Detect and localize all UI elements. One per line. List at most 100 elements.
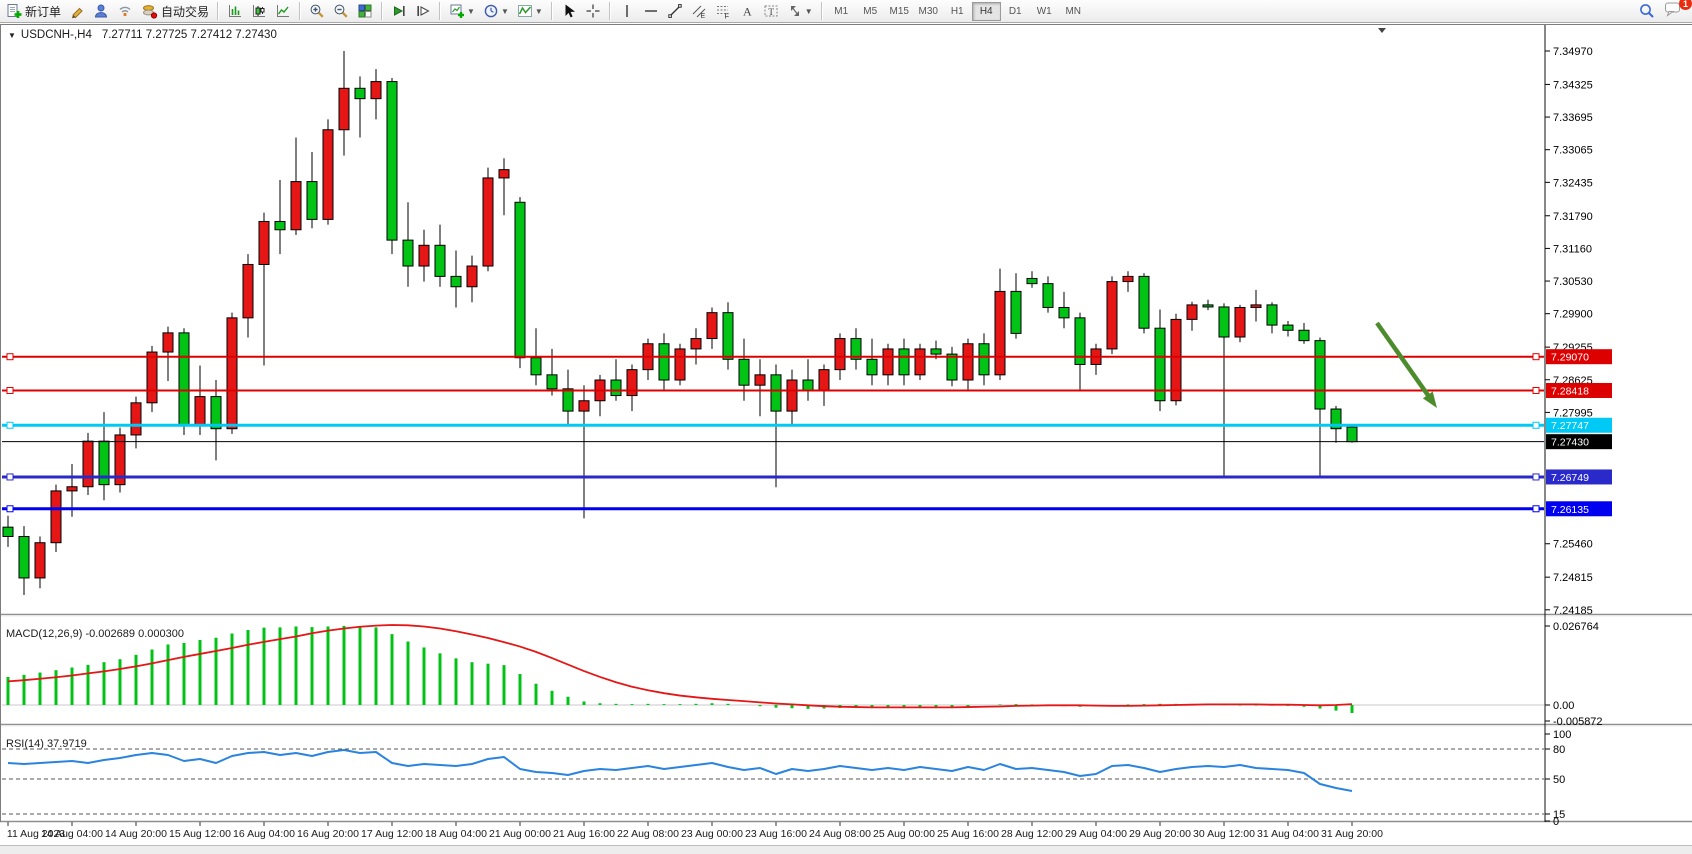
- text-label-tool-button[interactable]: T: [760, 1, 782, 21]
- candle-down: [275, 221, 285, 229]
- candle-down: [307, 182, 317, 220]
- zoom-out-button[interactable]: [330, 1, 352, 21]
- toolbar-separator: [821, 2, 823, 20]
- price-tick-label: 7.25460: [1553, 539, 1593, 551]
- line-anchor-handle[interactable]: [1533, 474, 1539, 480]
- time-axis-label: 24 Aug 08:00: [809, 828, 871, 840]
- candle-up: [883, 349, 893, 375]
- candle-up: [131, 403, 141, 435]
- candle-up: [227, 318, 237, 429]
- chart-symbol-header[interactable]: ▼ USDCNH-,H4 7.27711 7.27725 7.27412 7.2…: [8, 29, 277, 41]
- toolbar-separator: [609, 2, 611, 20]
- candle-down: [451, 276, 461, 286]
- price-tag-label: 7.28418: [1551, 385, 1589, 397]
- trendline-tool-button[interactable]: [664, 1, 686, 21]
- candle-up: [483, 178, 493, 266]
- chart-canvas[interactable]: 7.349707.343257.336957.330657.324357.317…: [0, 25, 1692, 845]
- price-tick-label: 7.33695: [1553, 112, 1593, 124]
- timeframe-button-m30[interactable]: M30: [914, 2, 943, 21]
- time-axis-label: 28 Aug 12:00: [1001, 828, 1063, 840]
- candle-up: [627, 370, 637, 396]
- new-order-label: 新订单: [25, 3, 61, 20]
- timeframe-button-h1[interactable]: H1: [943, 2, 972, 21]
- time-axis-label: 31 Aug 20:00: [1321, 828, 1383, 840]
- line-anchor-handle[interactable]: [1533, 387, 1539, 393]
- macd-tick-label: 0.00: [1553, 700, 1574, 712]
- price-tick-label: 7.29900: [1553, 309, 1593, 321]
- metaeditor-button[interactable]: [66, 1, 88, 21]
- line-anchor-handle[interactable]: [7, 506, 13, 512]
- horizontal-line-icon: [643, 3, 659, 19]
- timeframe-button-m15[interactable]: M15: [885, 2, 914, 21]
- time-axis-label: 23 Aug 16:00: [745, 828, 807, 840]
- arrows-tool-button[interactable]: ▼: [784, 1, 816, 21]
- timeframe-button-d1[interactable]: D1: [1001, 2, 1030, 21]
- candle-down: [723, 313, 733, 360]
- line-anchor-handle[interactable]: [7, 474, 13, 480]
- notification-badge[interactable]: 1: [1679, 0, 1692, 10]
- candle-up: [51, 491, 61, 543]
- line-anchor-handle[interactable]: [7, 387, 13, 393]
- time-axis-label: 14 Aug 20:00: [105, 828, 167, 840]
- timeframe-button-h4[interactable]: H4: [972, 2, 1001, 21]
- timeframe-button-mn[interactable]: MN: [1059, 2, 1088, 21]
- candle-up: [83, 441, 93, 487]
- signals-button[interactable]: [114, 1, 136, 21]
- line-chart-mode-button[interactable]: [272, 1, 294, 21]
- cursor-tool-button[interactable]: [558, 1, 580, 21]
- candle-up: [1171, 319, 1181, 400]
- price-tick-label: 7.34970: [1553, 46, 1593, 58]
- horizontal-line-tool-button[interactable]: [640, 1, 662, 21]
- time-axis-label: 15 Aug 12:00: [169, 828, 231, 840]
- time-axis-label: 22 Aug 08:00: [617, 828, 679, 840]
- chevron-down-icon: ▼: [501, 7, 509, 16]
- candle-down: [1139, 276, 1149, 328]
- candle-up: [835, 339, 845, 370]
- text-tool-button[interactable]: A: [736, 1, 758, 21]
- zoom-in-button[interactable]: [306, 1, 328, 21]
- tile-windows-button[interactable]: [354, 1, 376, 21]
- timeframe-button-w1[interactable]: W1: [1030, 2, 1059, 21]
- macd-tick-label: 0.026764: [1553, 621, 1599, 633]
- timeframe-button-m5[interactable]: M5: [856, 2, 885, 21]
- auto-scroll-button[interactable]: [388, 1, 410, 21]
- auto-trading-button[interactable]: 自动交易: [138, 1, 212, 21]
- candlestick-icon: [251, 3, 267, 19]
- line-chart-icon: [275, 3, 291, 19]
- new-order-button[interactable]: 新订单: [3, 1, 64, 21]
- line-anchor-handle[interactable]: [1533, 422, 1539, 428]
- market-watch-button[interactable]: [90, 1, 112, 21]
- equidistant-channel-tool-button[interactable]: E: [688, 1, 710, 21]
- candlestick-mode-button[interactable]: [248, 1, 270, 21]
- auto-scroll-icon: [391, 3, 407, 19]
- candle-down: [1299, 330, 1309, 340]
- bar-chart-mode-button[interactable]: [224, 1, 246, 21]
- chart-shift-button[interactable]: [412, 1, 434, 21]
- new-chart-button[interactable]: ▼: [446, 1, 478, 21]
- time-axis-label: 16 Aug 04:00: [233, 828, 295, 840]
- line-anchor-handle[interactable]: [1533, 506, 1539, 512]
- candle-up: [259, 221, 269, 264]
- candle-down: [611, 380, 621, 396]
- search-button[interactable]: [1635, 1, 1659, 21]
- toolbar-separator: [381, 2, 383, 20]
- rsi-indicator-label: RSI(14) 37.9719: [6, 738, 87, 750]
- line-anchor-handle[interactable]: [7, 354, 13, 360]
- vertical-line-tool-button[interactable]: [616, 1, 638, 21]
- candle-down: [355, 88, 365, 98]
- indicators-button[interactable]: ▼: [514, 1, 546, 21]
- candle-down: [531, 358, 541, 375]
- fibonacci-tool-button[interactable]: F: [712, 1, 734, 21]
- price-tick-label: 7.30530: [1553, 276, 1593, 288]
- candle-up: [691, 339, 701, 349]
- time-axis-label: 14 Aug 04:00: [41, 828, 103, 840]
- rsi-tick-label: 80: [1553, 744, 1565, 756]
- price-tag-label: 7.26135: [1551, 504, 1589, 516]
- crosshair-tool-button[interactable]: [582, 1, 604, 21]
- profiles-button[interactable]: ▼: [480, 1, 512, 21]
- line-anchor-handle[interactable]: [1533, 354, 1539, 360]
- trendline-icon: [667, 3, 683, 19]
- line-anchor-handle[interactable]: [7, 422, 13, 428]
- clock-icon: [483, 3, 499, 19]
- timeframe-button-m1[interactable]: M1: [827, 2, 856, 21]
